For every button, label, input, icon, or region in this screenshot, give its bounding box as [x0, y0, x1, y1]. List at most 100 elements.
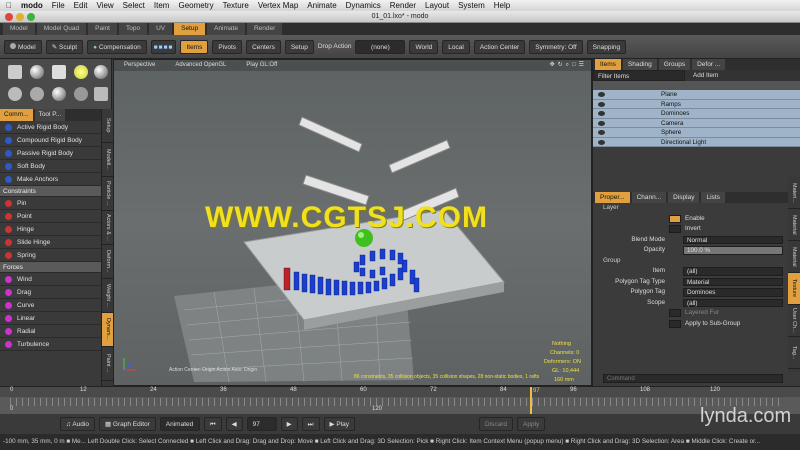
- visibility-eye-icon[interactable]: [598, 92, 605, 97]
- soft-body-button[interactable]: Soft Body: [0, 160, 101, 173]
- active-rigid-body-button[interactable]: Active Rigid Body: [0, 121, 101, 134]
- pivot-icon[interactable]: [30, 87, 44, 101]
- pivots-button[interactable]: Pivots: [212, 39, 243, 54]
- visibility-eye-icon[interactable]: [598, 101, 605, 107]
- items-button[interactable]: Items: [180, 39, 209, 54]
- discard-button[interactable]: Discard: [478, 417, 514, 431]
- app-menu[interactable]: modo: [21, 1, 43, 10]
- pin-button[interactable]: Pin: [0, 197, 101, 210]
- tab-commands[interactable]: Comm...: [0, 109, 33, 121]
- tree-row-dominoes[interactable]: Dominoes: [593, 109, 800, 119]
- tree-row-ramps[interactable]: Ramps: [593, 99, 800, 109]
- sphere-icon[interactable]: [94, 65, 108, 79]
- vtab-user-channels[interactable]: User Ch...: [788, 305, 800, 337]
- menu-render[interactable]: Render: [390, 1, 416, 10]
- visibility-eye-icon[interactable]: [598, 120, 605, 126]
- vtab-texture[interactable]: Texture: [788, 273, 800, 305]
- group-section-title[interactable]: Group: [593, 256, 787, 267]
- point-button[interactable]: Point: [0, 210, 101, 223]
- next-key-button[interactable]: ▶: [280, 417, 298, 431]
- move-icon[interactable]: [8, 65, 22, 79]
- turbulence-button[interactable]: Turbulence: [0, 338, 101, 351]
- invert-checkbox[interactable]: [669, 225, 681, 233]
- audio-button[interactable]: ♫ Audio: [60, 417, 95, 431]
- prev-key-button[interactable]: ◀: [225, 417, 243, 431]
- setup-button[interactable]: Setup: [284, 39, 314, 54]
- menu-view[interactable]: View: [96, 1, 113, 10]
- tab-uv[interactable]: UV: [149, 23, 173, 35]
- snapping-button[interactable]: Snapping: [586, 39, 627, 54]
- make-anchors-button[interactable]: Make Anchors: [0, 173, 101, 186]
- menu-vertex-map[interactable]: Vertex Map: [258, 1, 298, 10]
- tab-items[interactable]: Items: [595, 59, 621, 70]
- menu-dynamics[interactable]: Dynamics: [346, 1, 381, 10]
- blend-mode-select[interactable]: Normal: [683, 235, 783, 244]
- tree-row-directional-light[interactable]: Directional Light: [593, 137, 800, 147]
- center-icon[interactable]: [52, 87, 66, 101]
- tree-row-plane[interactable]: Plane: [593, 90, 800, 100]
- add-item-button[interactable]: Add Item: [685, 70, 718, 81]
- tab-properties[interactable]: Proper...: [595, 192, 630, 203]
- scope-select[interactable]: (all): [683, 298, 783, 307]
- passive-rigid-body-button[interactable]: Passive Rigid Body: [0, 147, 101, 160]
- polygon-tag-select[interactable]: Dominoes: [683, 288, 783, 297]
- close-window-icon[interactable]: [5, 13, 13, 21]
- local-button[interactable]: Local: [442, 39, 470, 54]
- menu-system[interactable]: System: [458, 1, 485, 10]
- layered-fur-checkbox[interactable]: [669, 309, 681, 317]
- radial-button[interactable]: Radial: [0, 325, 101, 338]
- tab-setup[interactable]: Setup: [174, 23, 206, 35]
- compound-rigid-body-button[interactable]: Compound Rigid Body: [0, 134, 101, 147]
- menu-select[interactable]: Select: [123, 1, 145, 10]
- vtab-material-3[interactable]: Material: [788, 241, 800, 273]
- minimize-window-icon[interactable]: [16, 13, 24, 21]
- tab-tool-properties[interactable]: Tool P...: [34, 109, 66, 121]
- opacity-field[interactable]: 100.0 %: [683, 246, 783, 255]
- command-input[interactable]: Command: [603, 374, 783, 383]
- slide-hinge-button[interactable]: Slide Hinge: [0, 236, 101, 249]
- timeline[interactable]: 0 12 24 36 48 60 72 84 96 108 120 97 0 1…: [0, 386, 800, 415]
- polygon-tag-type-select[interactable]: Material: [683, 277, 783, 286]
- linear-button[interactable]: Linear: [0, 312, 101, 325]
- tree-row-sphere[interactable]: Sphere: [593, 128, 800, 138]
- tab-lists[interactable]: Lists: [701, 192, 725, 203]
- forces-section[interactable]: Forces: [0, 262, 101, 273]
- filter-items-input[interactable]: Filter Items: [593, 70, 685, 81]
- timeline-track[interactable]: [10, 398, 780, 406]
- visibility-eye-icon[interactable]: [598, 111, 605, 116]
- vtab-material-2[interactable]: Material: [788, 209, 800, 241]
- spring-button[interactable]: Spring: [0, 249, 101, 262]
- visibility-eye-icon[interactable]: [598, 130, 605, 135]
- enable-checkbox[interactable]: [669, 214, 681, 223]
- hinge-button[interactable]: Hinge: [0, 223, 101, 236]
- tab-topo[interactable]: Topo: [118, 23, 148, 35]
- go-to-end-button[interactable]: ⏭: [301, 417, 320, 431]
- rotate-icon[interactable]: [30, 65, 44, 79]
- locator-icon[interactable]: [94, 87, 108, 101]
- drop-action-select[interactable]: (none): [355, 39, 406, 54]
- go-to-start-button[interactable]: ⏮: [203, 417, 222, 431]
- layer-section-title[interactable]: Layer: [593, 203, 787, 214]
- menu-edit[interactable]: Edit: [74, 1, 88, 10]
- menu-layout[interactable]: Layout: [425, 1, 449, 10]
- zoom-window-icon[interactable]: [27, 13, 35, 21]
- drag-button[interactable]: Drag: [0, 286, 101, 299]
- tab-model-quad[interactable]: Model Quad: [36, 23, 87, 35]
- selection-mode-icons[interactable]: ■■■■: [150, 39, 177, 54]
- tab-deformers[interactable]: Defor ...: [692, 59, 726, 70]
- graph-editor-button[interactable]: ▦ Graph Editor: [98, 417, 156, 431]
- tab-render[interactable]: Render: [246, 23, 283, 35]
- action-center-button[interactable]: Action Center: [473, 39, 526, 54]
- tab-channels[interactable]: Chann...: [631, 192, 667, 203]
- apply-sub-group-checkbox[interactable]: [669, 319, 681, 328]
- scale-icon[interactable]: [52, 65, 66, 79]
- camera-icon[interactable]: [74, 87, 88, 101]
- compensation-button[interactable]: ● Compensation: [87, 39, 147, 54]
- tab-display[interactable]: Display: [668, 192, 700, 203]
- apply-button[interactable]: Apply: [517, 417, 546, 431]
- tab-groups[interactable]: Groups: [658, 59, 691, 70]
- tab-animate[interactable]: Animate: [207, 23, 245, 35]
- play-button[interactable]: ▶ Play: [323, 417, 355, 431]
- transform-icon[interactable]: [8, 87, 22, 101]
- tab-paint[interactable]: Paint: [88, 23, 117, 35]
